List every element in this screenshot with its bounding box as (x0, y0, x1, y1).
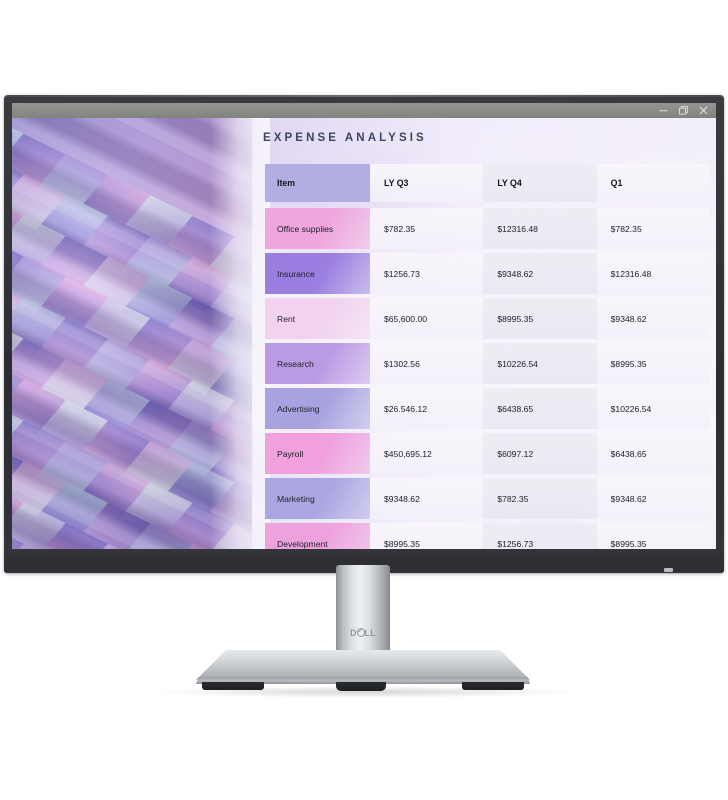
column-header-1[interactable]: LY Q3 (370, 164, 484, 202)
base-foot-left (202, 682, 264, 690)
cell-value-ly-q4: $6097.12 (483, 433, 597, 474)
table-row[interactable]: Advertising $26.546.12 $6438.65 $10226.54 (265, 388, 710, 429)
cell-value-ly-q3: $782.35 (370, 208, 484, 249)
monitor-screen: EXPENSE ANALYSIS Item LY Q3 LY Q4 Q1 Office … (12, 103, 716, 549)
base-foot-right (462, 682, 524, 690)
cell-value-ly-q3: $1302.56 (370, 343, 484, 384)
cell-value-ly-q4: $1256.73 (483, 523, 597, 549)
cell-value-q1: $8995.35 (596, 523, 710, 549)
expense-table: Item LY Q3 LY Q4 Q1 Office supplies $782.35 $1… (265, 164, 710, 549)
cell-value-q1: $12316.48 (596, 253, 710, 294)
cell-item-name: Research (265, 343, 370, 384)
cell-value-ly-q4: $12316.48 (483, 208, 597, 249)
page-title: EXPENSE ANALYSIS (263, 132, 427, 144)
table-row[interactable]: Office supplies $782.35 $12316.48 $782.35 (265, 208, 710, 249)
table-row[interactable]: Payroll $450,695.12 $6097.12 $6438.65 (265, 433, 710, 474)
cell-value-q1: $10226.54 (596, 388, 710, 429)
table-header-row: Item LY Q3 LY Q4 Q1 (265, 164, 710, 202)
cell-value-q1: $9348.62 (596, 478, 710, 519)
monitor-bezel: EXPENSE ANALYSIS Item LY Q3 LY Q4 Q1 Office … (4, 95, 724, 573)
cell-item-name: Development (265, 523, 370, 549)
cell-value-q1: $9348.62 (596, 298, 710, 339)
base-foot-center (336, 682, 386, 691)
cell-item-name: Marketing (265, 478, 370, 519)
cell-value-ly-q3: $450,695.12 (370, 433, 484, 474)
maximize-button[interactable] (678, 105, 689, 116)
window-titlebar (12, 103, 716, 118)
table-row[interactable]: Insurance $1256.73 $9348.62 $12316.48 (265, 253, 710, 294)
cell-item-name: Advertising (265, 388, 370, 429)
cell-value-ly-q3: $1256.73 (370, 253, 484, 294)
cell-value-ly-q3: $65,600.00 (370, 298, 484, 339)
dell-monitor: EXPENSE ANALYSIS Item LY Q3 LY Q4 Q1 Office … (0, 0, 728, 800)
table-row[interactable]: Development $8995.35 $1256.73 $8995.35 (265, 523, 710, 549)
table-row[interactable]: Research $1302.56 $10226.54 $8995.35 (265, 343, 710, 384)
cell-value-q1: $8995.35 (596, 343, 710, 384)
cell-value-ly-q3: $8995.35 (370, 523, 484, 549)
cell-item-name: Insurance (265, 253, 370, 294)
dell-logo-slashed-e (356, 628, 365, 637)
monitor-stand-neck: D LL (336, 565, 390, 663)
cell-value-ly-q3: $26.546.12 (370, 388, 484, 429)
column-header-item[interactable]: Item (265, 164, 370, 202)
minimize-button[interactable] (658, 105, 669, 116)
cell-value-ly-q4: $782.35 (483, 478, 597, 519)
base-surface (196, 650, 530, 680)
cell-value-q1: $6438.65 (596, 433, 710, 474)
column-header-3[interactable]: Q1 (596, 164, 710, 202)
cell-item-name: Rent (265, 298, 370, 339)
cell-item-name: Office supplies (265, 208, 370, 249)
cell-value-ly-q3: $9348.62 (370, 478, 484, 519)
column-header-2[interactable]: LY Q4 (483, 164, 597, 202)
cell-value-ly-q4: $10226.54 (483, 343, 597, 384)
power-led-indicator[interactable] (664, 568, 673, 572)
dell-logo: D LL (349, 628, 377, 638)
cell-value-q1: $782.35 (596, 208, 710, 249)
cell-value-ly-q4: $9348.62 (483, 253, 597, 294)
table-row[interactable]: Rent $65,600.00 $8995.35 $9348.62 (265, 298, 710, 339)
cell-value-ly-q4: $8995.35 (483, 298, 597, 339)
cell-item-name: Payroll (265, 433, 370, 474)
table-row[interactable]: Marketing $9348.62 $782.35 $9348.62 (265, 478, 710, 519)
bezel-highlight (4, 95, 724, 97)
document-canvas: EXPENSE ANALYSIS Item LY Q3 LY Q4 Q1 Office … (12, 118, 716, 549)
cell-value-ly-q4: $6438.65 (483, 388, 597, 429)
monitor-stand-base (196, 650, 530, 691)
window-controls (658, 105, 716, 116)
close-button[interactable] (698, 105, 709, 116)
